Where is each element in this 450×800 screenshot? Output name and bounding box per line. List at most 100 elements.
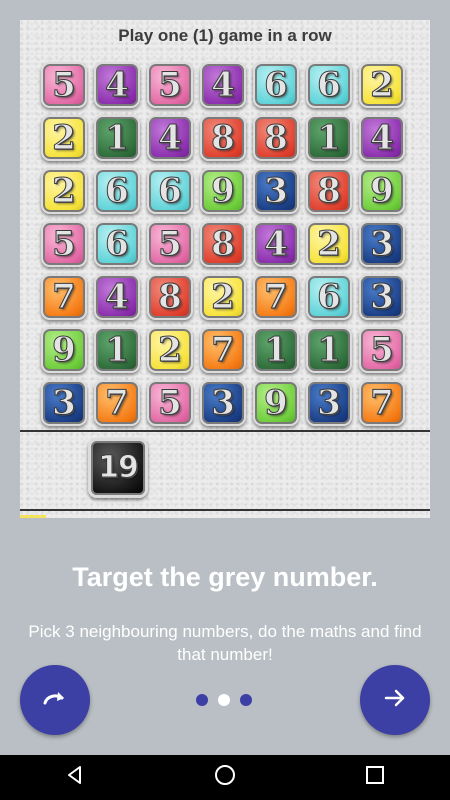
number-tile[interactable]: 2: [41, 115, 87, 161]
number-grid: 5454662214881426693895658423748276391271…: [41, 62, 405, 426]
tile-number: 6: [317, 65, 342, 105]
page-dot: [240, 694, 252, 706]
tile-number: 4: [158, 118, 183, 158]
tile-number: 5: [52, 65, 77, 105]
number-tile[interactable]: 3: [41, 380, 87, 426]
number-tile[interactable]: 8: [200, 115, 246, 161]
number-tile[interactable]: 3: [253, 168, 299, 214]
number-tile[interactable]: 3: [359, 274, 405, 320]
number-tile[interactable]: 5: [147, 221, 193, 267]
number-tile[interactable]: 7: [359, 380, 405, 426]
tile-number: 8: [158, 277, 183, 317]
tile-number: 3: [370, 277, 395, 317]
number-tile[interactable]: 4: [94, 62, 140, 108]
tile-number: 6: [105, 171, 130, 211]
number-tile[interactable]: 7: [253, 274, 299, 320]
tile-number: 6: [264, 65, 289, 105]
tile-number: 4: [264, 224, 289, 264]
tile-number: 7: [52, 277, 77, 317]
tile-number: 7: [370, 383, 395, 423]
number-tile[interactable]: 5: [359, 327, 405, 373]
tile-number: 5: [52, 224, 77, 264]
number-tile[interactable]: 4: [359, 115, 405, 161]
number-tile[interactable]: 7: [94, 380, 140, 426]
number-tile[interactable]: 2: [359, 62, 405, 108]
number-tile[interactable]: 1: [94, 327, 140, 373]
tile-number: 2: [211, 277, 236, 317]
tile-number: 4: [370, 118, 395, 158]
number-tile[interactable]: 9: [359, 168, 405, 214]
number-tile[interactable]: 4: [253, 221, 299, 267]
number-tile[interactable]: 1: [306, 115, 352, 161]
tile-number: 5: [158, 383, 183, 423]
nav-back-button[interactable]: [45, 758, 105, 798]
number-tile[interactable]: 4: [200, 62, 246, 108]
tile-number: 2: [370, 65, 395, 105]
divider-top: [20, 430, 430, 432]
number-tile[interactable]: 8: [306, 168, 352, 214]
number-tile[interactable]: 5: [41, 221, 87, 267]
number-tile[interactable]: 9: [41, 327, 87, 373]
tile-number: 6: [317, 277, 342, 317]
tile-number: 9: [370, 171, 395, 211]
number-tile[interactable]: 6: [94, 221, 140, 267]
nav-recents-button[interactable]: [345, 758, 405, 798]
number-tile[interactable]: 9: [200, 168, 246, 214]
number-tile[interactable]: 2: [200, 274, 246, 320]
number-tile[interactable]: 6: [306, 62, 352, 108]
tile-number: 1: [105, 330, 130, 370]
number-tile[interactable]: 7: [200, 327, 246, 373]
number-tile[interactable]: 5: [41, 62, 87, 108]
number-tile[interactable]: 1: [306, 327, 352, 373]
recents-square-icon: [365, 765, 385, 790]
tile-number: 7: [264, 277, 289, 317]
number-tile[interactable]: 5: [147, 62, 193, 108]
tile-number: 1: [317, 330, 342, 370]
game-board-preview: Play one (1) game in a row 5454662214881…: [20, 20, 430, 518]
number-tile[interactable]: 3: [200, 380, 246, 426]
nav-home-button[interactable]: [195, 758, 255, 798]
skip-button[interactable]: [20, 665, 90, 735]
onboarding-headline: Target the grey number.: [72, 562, 378, 592]
number-tile[interactable]: 2: [147, 327, 193, 373]
number-tile[interactable]: 6: [306, 274, 352, 320]
number-tile[interactable]: 8: [253, 115, 299, 161]
tile-number: 1: [317, 118, 342, 158]
divider-bottom: [20, 509, 430, 511]
number-tile[interactable]: 3: [359, 221, 405, 267]
tile-number: 9: [52, 330, 77, 370]
system-navigation-bar: [0, 755, 450, 800]
tile-number: 5: [158, 224, 183, 264]
page-dot: [218, 694, 230, 706]
number-tile[interactable]: 1: [253, 327, 299, 373]
number-tile[interactable]: 1: [94, 115, 140, 161]
number-tile[interactable]: 6: [147, 168, 193, 214]
game-banner: Play one (1) game in a row: [118, 26, 332, 45]
page-indicator: [196, 694, 252, 706]
number-tile[interactable]: 6: [94, 168, 140, 214]
tile-number: 7: [211, 330, 236, 370]
tile-number: 8: [211, 224, 236, 264]
progress-indicator: [20, 515, 46, 518]
number-tile[interactable]: 8: [200, 221, 246, 267]
next-button[interactable]: [360, 665, 430, 735]
number-tile[interactable]: 2: [41, 168, 87, 214]
target-number: 19: [98, 450, 140, 485]
number-tile[interactable]: 6: [253, 62, 299, 108]
number-tile[interactable]: 5: [147, 380, 193, 426]
tile-number: 8: [211, 118, 236, 158]
tile-number: 2: [317, 224, 342, 264]
number-tile[interactable]: 7: [41, 274, 87, 320]
number-tile[interactable]: 4: [147, 115, 193, 161]
number-tile[interactable]: 4: [94, 274, 140, 320]
number-tile[interactable]: 2: [306, 221, 352, 267]
home-circle-icon: [214, 764, 236, 791]
arrow-right-icon: [384, 687, 406, 714]
tile-number: 4: [105, 65, 130, 105]
tile-number: 2: [158, 330, 183, 370]
number-tile[interactable]: 8: [147, 274, 193, 320]
number-tile[interactable]: 3: [306, 380, 352, 426]
redo-icon: [42, 688, 68, 713]
page-dot: [196, 694, 208, 706]
number-tile[interactable]: 9: [253, 380, 299, 426]
